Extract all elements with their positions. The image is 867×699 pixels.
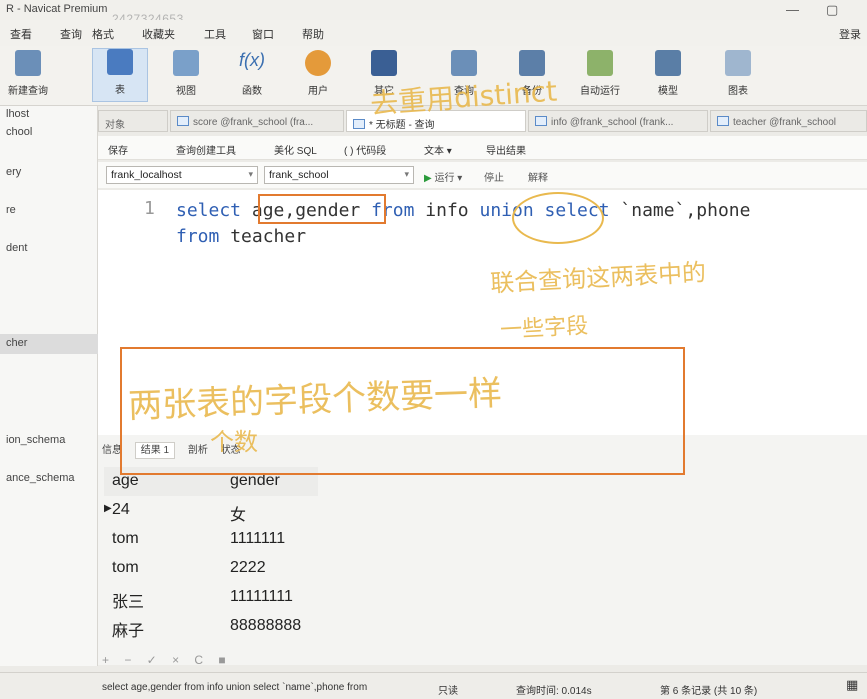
menu-help[interactable]: 帮助 xyxy=(302,26,324,42)
text-button[interactable]: 文本 ▾ xyxy=(424,142,452,157)
play-icon: ▶ xyxy=(424,173,435,184)
export-result-button[interactable]: 导出结果 xyxy=(486,142,526,157)
query-icon xyxy=(353,119,365,129)
table-cell[interactable]: 1111111 xyxy=(230,530,285,548)
explain-button[interactable]: 解释 xyxy=(528,169,548,184)
tab-teacher[interactable]: teacher @frank_school xyxy=(710,110,867,132)
sidebar-item-information-schema[interactable]: ion_schema xyxy=(6,434,65,446)
sidebar-item-host[interactable]: lhost xyxy=(6,108,29,120)
new-query-icon xyxy=(15,50,41,76)
table-cell[interactable]: tom xyxy=(112,530,139,548)
result-grid: age gender ▶ 24 女 tom 1111111 tom 2222 张… xyxy=(104,467,318,641)
auto-run-icon xyxy=(587,50,613,76)
window-title: R - Navicat Premium xyxy=(6,3,108,15)
sidebar: lhost chool ery re dent cher ion_schema … xyxy=(0,106,98,666)
sidebar-item-score[interactable]: re xyxy=(6,204,16,216)
minimize-icon[interactable]: — xyxy=(786,2,799,17)
union-circle xyxy=(512,192,604,244)
table-icon xyxy=(107,49,133,75)
sidebar-item-query[interactable]: ery xyxy=(6,166,21,178)
menu-tools[interactable]: 工具 xyxy=(204,26,226,42)
menu-bar: 查看 查询 格式 收藏夹 工具 窗口 帮助 登录 xyxy=(0,20,867,46)
status-mode: 只读 xyxy=(438,686,458,697)
status-records: 第 6 条记录 (共 10 条) xyxy=(660,686,758,697)
chevron-down-icon: ▾ xyxy=(248,169,253,179)
auto-run-button[interactable]: 自动运行 xyxy=(572,50,628,97)
title-bar: R - Navicat Premium 2427324653 — ▢ xyxy=(0,0,867,26)
table-cell[interactable]: 11111111 xyxy=(230,588,293,606)
menu-favorites[interactable]: 收藏夹 xyxy=(142,26,175,42)
chevron-down-icon: ▾ xyxy=(404,169,409,179)
table-cell[interactable]: 2222 xyxy=(230,559,266,577)
connection-bar: frank_localhost ▾ frank_school ▾ ▶ 运行 ▾ 停止… xyxy=(98,162,867,188)
run-button[interactable]: ▶ 运行 ▾ xyxy=(424,169,462,184)
view-button[interactable]: 视图 xyxy=(158,50,214,97)
table-cell[interactable]: 麻子 xyxy=(112,617,144,641)
table-cell[interactable]: 88888888 xyxy=(230,617,301,635)
grid-view-icon[interactable]: ▦ xyxy=(846,677,858,693)
chart-button[interactable]: 图表 xyxy=(710,50,766,97)
code-snippet-button[interactable]: ( ) 代码段 xyxy=(344,142,386,157)
function-icon: f(x) xyxy=(239,50,265,70)
status-bar: select age,gender from info union select… xyxy=(0,672,867,699)
table-icon xyxy=(535,116,547,126)
stop-button[interactable]: 停止 xyxy=(484,169,504,184)
table-row[interactable]: ▶ 24 女 xyxy=(104,496,318,525)
menu-format[interactable]: 格式 xyxy=(92,26,114,42)
tab-info[interactable]: info @frank_school (frank... xyxy=(528,110,708,132)
connection-select[interactable]: frank_localhost ▾ xyxy=(106,166,258,184)
maximize-icon[interactable]: ▢ xyxy=(826,2,838,18)
annotation-fields-note: 一些字段 xyxy=(499,313,589,344)
annotation-count: 个数 xyxy=(210,428,258,456)
status-query-time: 查询时间: 0.014s xyxy=(516,686,592,697)
table-icon xyxy=(717,116,729,126)
other-icon xyxy=(371,50,397,76)
table-row[interactable]: tom 2222 xyxy=(104,554,318,583)
table-button[interactable]: 表 xyxy=(92,48,148,102)
table-cell[interactable]: tom xyxy=(112,559,139,577)
menu-query[interactable]: 查询 xyxy=(60,26,82,42)
beautify-sql-button[interactable]: 美化 SQL xyxy=(274,142,317,157)
chart-icon xyxy=(725,50,751,76)
new-query-button[interactable]: 新建查询 xyxy=(0,50,56,97)
model-button[interactable]: 模型 xyxy=(640,50,696,97)
login-link[interactable]: 登录 xyxy=(839,26,861,42)
line-number: 1 xyxy=(144,198,155,219)
query-icon xyxy=(451,50,477,76)
tab-info-message[interactable]: 信息 xyxy=(102,445,122,456)
table-icon xyxy=(177,116,189,126)
user-icon xyxy=(305,50,331,76)
query-builder-button[interactable]: 查询创建工具 xyxy=(176,142,236,157)
menu-view[interactable]: 查看 xyxy=(10,26,32,42)
table-cell[interactable]: 女 xyxy=(230,501,246,525)
database-select[interactable]: frank_school ▾ xyxy=(264,166,414,184)
tab-score[interactable]: score @frank_school (fra... xyxy=(170,110,344,132)
table-row[interactable]: 张三 11111111 xyxy=(104,583,318,612)
sidebar-item-school[interactable]: chool xyxy=(6,126,32,138)
tab-objects[interactable]: 对象 xyxy=(98,110,168,132)
save-button[interactable]: 保存 xyxy=(108,142,128,157)
highlight-box-columns xyxy=(258,194,386,224)
table-row[interactable]: 麻子 88888888 xyxy=(104,612,318,641)
status-sql: select age,gender from info union select… xyxy=(102,682,368,693)
user-button[interactable]: 用户 xyxy=(290,50,346,97)
table-cell[interactable]: 24 xyxy=(112,501,130,519)
sidebar-item-teacher[interactable]: cher xyxy=(6,337,27,349)
sidebar-item-performance-schema[interactable]: ance_schema xyxy=(6,472,75,484)
function-button[interactable]: f(x) 函数 xyxy=(224,50,280,97)
menu-window[interactable]: 窗口 xyxy=(252,26,274,42)
table-cell[interactable]: 张三 xyxy=(112,588,144,612)
current-row-icon: ▶ xyxy=(104,503,112,514)
query-toolbar: 保存 查询创建工具 美化 SQL ( ) 代码段 文本 ▾ 导出结果 xyxy=(98,136,867,160)
model-icon xyxy=(655,50,681,76)
grid-nav-buttons[interactable]: + − ✓ × C ■ xyxy=(102,653,232,667)
view-icon xyxy=(173,50,199,76)
sidebar-item-student[interactable]: dent xyxy=(6,242,27,254)
table-row[interactable]: tom 1111111 xyxy=(104,525,318,554)
